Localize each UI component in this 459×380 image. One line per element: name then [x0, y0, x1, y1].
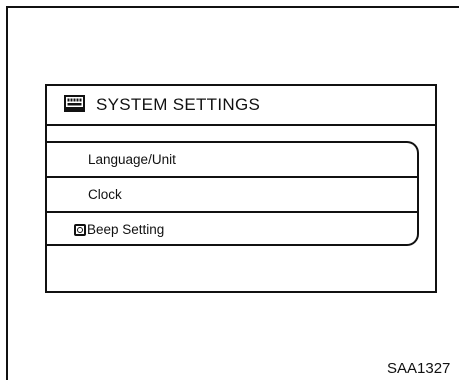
- menu-item-beep-setting[interactable]: Beep Setting: [47, 213, 417, 248]
- radio-on-icon: [74, 224, 86, 236]
- figure-page: SYSTEM SETTINGS Language/Unit Clock Beep…: [0, 0, 459, 380]
- menu-item-clock[interactable]: Clock: [47, 178, 417, 213]
- menu-item-language-unit[interactable]: Language/Unit: [47, 143, 417, 178]
- settings-menu: Language/Unit Clock Beep Setting: [47, 141, 419, 246]
- menu-item-label: Language/Unit: [88, 152, 176, 167]
- screen-title: SYSTEM SETTINGS: [96, 95, 261, 114]
- screen-header: SYSTEM SETTINGS: [47, 86, 435, 126]
- figure-code: SAA1327: [387, 360, 451, 377]
- system-settings-screen: SYSTEM SETTINGS Language/Unit Clock Beep…: [45, 84, 437, 293]
- system-settings-icon: [64, 95, 85, 112]
- menu-item-label: Clock: [88, 187, 122, 202]
- menu-item-label: Beep Setting: [87, 222, 165, 237]
